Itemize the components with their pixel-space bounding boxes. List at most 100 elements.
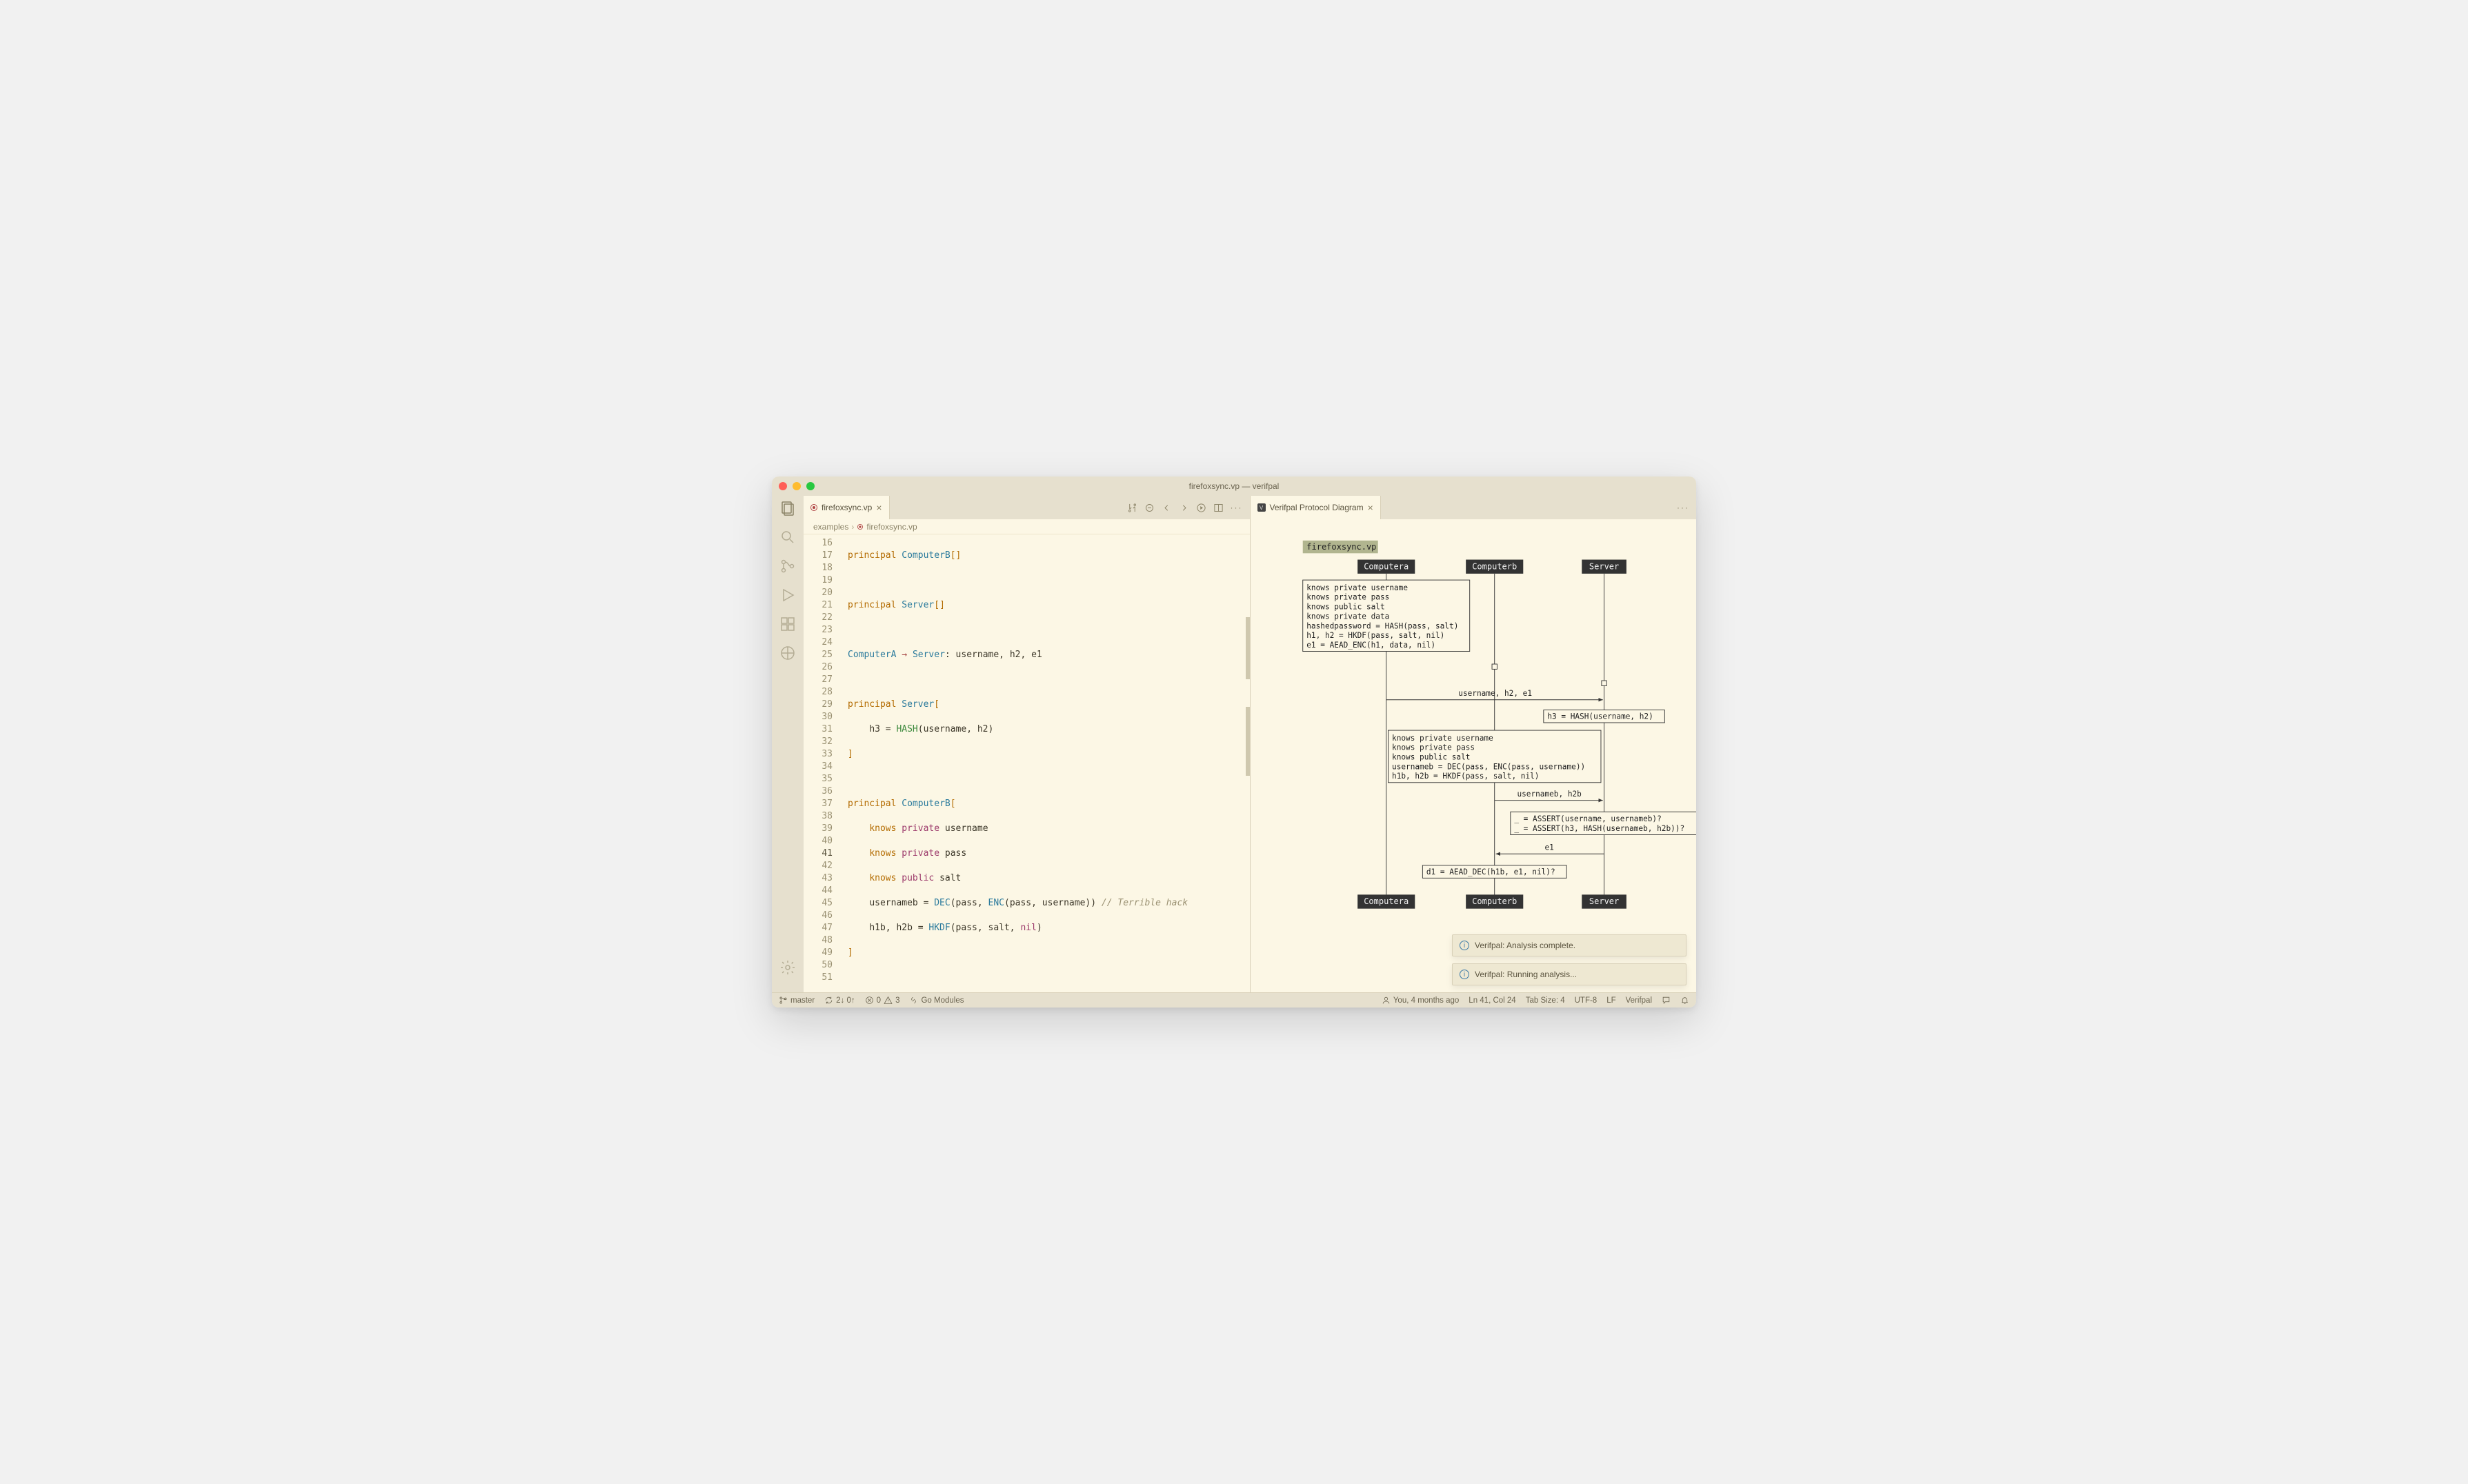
editor-group-right: V Verifpal Protocol Diagram × ··· (1251, 496, 1697, 992)
status-notifications[interactable] (1680, 996, 1689, 1005)
status-blame[interactable]: You, 4 months ago (1382, 996, 1459, 1005)
tab-label: Verifpal Protocol Diagram (1270, 503, 1364, 512)
svg-text:Computera: Computera (1364, 561, 1409, 571)
extensions-icon[interactable] (779, 616, 796, 632)
bell-icon (1680, 996, 1689, 1005)
svg-text:knows private pass: knows private pass (1392, 743, 1475, 752)
svg-text:knows private username: knows private username (1392, 734, 1493, 743)
info-icon: i (1460, 970, 1469, 979)
status-tab-size[interactable]: Tab Size: 4 (1526, 996, 1565, 1005)
tab-label: firefoxsync.vp (822, 503, 872, 512)
status-branch[interactable]: master (779, 996, 815, 1005)
activity-bar (772, 496, 804, 992)
svg-text:Server: Server (1589, 561, 1618, 571)
editor-columns: firefoxsync.vp × ··· examp (804, 496, 1696, 992)
chevron-right-icon: › (851, 522, 854, 532)
explorer-icon[interactable] (779, 500, 796, 517)
svg-text:firefoxsync.vp: firefoxsync.vp (1306, 542, 1376, 552)
traffic-lights (779, 482, 815, 490)
svg-text:knows private username: knows private username (1306, 583, 1408, 592)
more-actions-icon[interactable]: ··· (1677, 503, 1689, 512)
protocol-diagram[interactable]: firefoxsync.vp Computera Computerb Serve… (1251, 519, 1697, 992)
nav-forward-icon[interactable] (1179, 503, 1189, 513)
tab-firefoxsync[interactable]: firefoxsync.vp × (804, 496, 890, 519)
close-tab-icon[interactable]: × (1368, 502, 1373, 513)
person-icon (1382, 996, 1391, 1005)
error-icon (865, 996, 874, 1005)
breadcrumb-segment[interactable]: firefoxsync.vp (866, 522, 917, 532)
status-language[interactable]: Verifpal (1626, 996, 1652, 1005)
editor-actions-left: ··· (1120, 496, 1250, 519)
nav-back-icon[interactable] (1162, 503, 1172, 513)
minimize-window-button[interactable] (793, 482, 801, 490)
svg-text:knows public salt: knows public salt (1306, 603, 1384, 612)
close-tab-icon[interactable]: × (876, 502, 882, 513)
svg-text:_ = ASSERT(h3, HASH(usernameb,: _ = ASSERT(h3, HASH(usernameb, h2b))? (1514, 824, 1684, 833)
notification-toast[interactable]: i Verifpal: Running analysis... (1452, 963, 1686, 985)
verifpal-file-icon (810, 504, 817, 511)
svg-text:username, h2, e1: username, h2, e1 (1458, 689, 1532, 698)
notification-toast[interactable]: i Verifpal: Analysis complete. (1452, 934, 1686, 956)
status-cursor-position[interactable]: Ln 41, Col 24 (1469, 996, 1515, 1005)
svg-text:Computerb: Computerb (1472, 896, 1517, 906)
tab-diagram[interactable]: V Verifpal Protocol Diagram × (1251, 496, 1381, 519)
sequence-diagram-svg: firefoxsync.vp Computera Computerb Serve… (1251, 519, 1697, 992)
svg-text:Computerb: Computerb (1472, 561, 1517, 571)
notification-stack: i Verifpal: Analysis complete. i Verifpa… (1452, 934, 1686, 985)
svg-text:e1: e1 (1544, 843, 1553, 852)
git-branch-icon (779, 996, 788, 1005)
feedback-icon (1662, 996, 1671, 1005)
close-window-button[interactable] (779, 482, 787, 490)
status-go-modules[interactable]: Go Modules (909, 996, 964, 1005)
titlebar: firefoxsync.vp — verifpal (772, 477, 1696, 496)
svg-text:knows private pass: knows private pass (1306, 593, 1389, 602)
svg-text:hashedpassword = HASH(pass, sa: hashedpassword = HASH(pass, salt) (1306, 621, 1458, 630)
code-editor[interactable]: 1617181920212223242526272829303132333435… (804, 534, 1250, 992)
tabbar-right: V Verifpal Protocol Diagram × ··· (1251, 496, 1697, 519)
toast-message: Verifpal: Running analysis... (1475, 970, 1577, 979)
editor-group-left: firefoxsync.vp × ··· examp (804, 496, 1251, 992)
breadcrumb-segment[interactable]: examples (813, 522, 848, 532)
tabbar-left: firefoxsync.vp × ··· (804, 496, 1250, 519)
svg-text:h1b, h2b = HKDF(pass, salt, ni: h1b, h2b = HKDF(pass, salt, nil) (1392, 772, 1539, 781)
compare-changes-icon[interactable] (1127, 503, 1137, 513)
split-editor-icon[interactable] (1213, 503, 1224, 513)
svg-text:knows public salt: knows public salt (1392, 753, 1470, 762)
code-area[interactable]: principal ComputerB[] principal Server[]… (842, 534, 1250, 992)
status-bar: master 2↓ 0↑ 0 3 Go Modules You, 4 month… (772, 992, 1696, 1007)
svg-text:h3 = HASH(username, h2): h3 = HASH(username, h2) (1547, 712, 1653, 721)
svg-text:h1, h2 = HKDF(pass, salt, nil): h1, h2 = HKDF(pass, salt, nil) (1306, 631, 1444, 640)
svg-text:usernameb, h2b: usernameb, h2b (1517, 790, 1582, 799)
status-sync[interactable]: 2↓ 0↑ (824, 996, 855, 1005)
window-title: firefoxsync.vp — verifpal (772, 481, 1696, 491)
line-number-gutter: 1617181920212223242526272829303132333435… (804, 534, 842, 992)
toast-message: Verifpal: Analysis complete. (1475, 941, 1575, 950)
status-problems[interactable]: 0 3 (865, 996, 900, 1005)
settings-gear-icon[interactable] (779, 959, 796, 976)
fullscreen-window-button[interactable] (806, 482, 815, 490)
svg-text:Computera: Computera (1364, 896, 1409, 906)
run-file-icon[interactable] (1196, 503, 1206, 513)
main-area: firefoxsync.vp × ··· examp (772, 496, 1696, 992)
svg-text:_ = ASSERT(username, usernameb: _ = ASSERT(username, usernameb)? (1514, 814, 1661, 823)
status-encoding[interactable]: UTF-8 (1575, 996, 1598, 1005)
status-eol[interactable]: LF (1606, 996, 1615, 1005)
more-actions-icon[interactable]: ··· (1231, 503, 1243, 512)
svg-text:usernameb = DEC(pass, ENC(pass: usernameb = DEC(pass, ENC(pass, username… (1392, 762, 1585, 771)
search-icon[interactable] (779, 529, 796, 545)
status-feedback[interactable] (1662, 996, 1671, 1005)
editor-actions-right: ··· (1670, 496, 1696, 519)
svg-text:Server: Server (1589, 896, 1618, 906)
open-changes-icon[interactable] (1144, 503, 1155, 513)
source-control-icon[interactable] (779, 558, 796, 574)
warning-icon (884, 996, 893, 1005)
link-icon (909, 996, 918, 1005)
vscode-window: firefoxsync.vp — verifpal firefoxsync.vp (772, 477, 1696, 1007)
verifpal-extension-icon: V (1257, 503, 1266, 512)
remote-icon[interactable] (779, 645, 796, 661)
svg-text:e1 = AEAD_ENC(h1, data, nil): e1 = AEAD_ENC(h1, data, nil) (1306, 641, 1435, 650)
verifpal-file-icon (857, 524, 863, 530)
run-debug-icon[interactable] (779, 587, 796, 603)
minimap[interactable] (1240, 534, 1250, 992)
breadcrumbs[interactable]: examples › firefoxsync.vp (804, 519, 1250, 534)
